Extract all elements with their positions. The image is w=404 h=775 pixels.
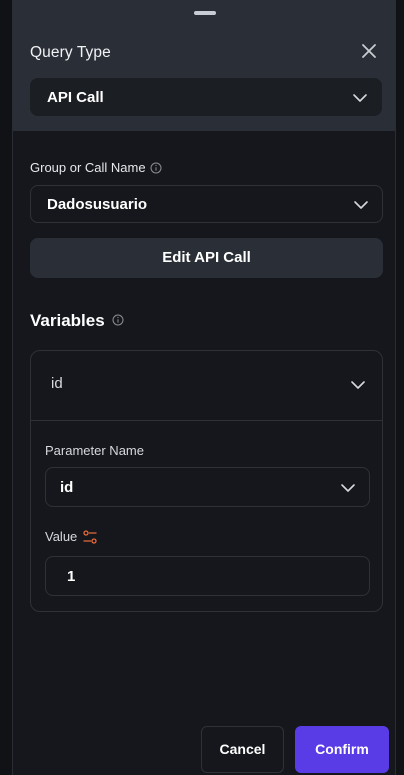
value-input[interactable]: 1 — [45, 556, 370, 596]
query-type-select[interactable]: API Call — [30, 78, 382, 116]
chevron-down-icon — [353, 94, 367, 102]
query-panel: Query Type API Call Group or Call Name D… — [12, 0, 396, 775]
group-or-call-value: Dadosusuario — [47, 196, 148, 213]
variable-name: id — [51, 375, 63, 392]
close-icon[interactable] — [358, 40, 380, 62]
edit-api-call-button[interactable]: Edit API Call — [30, 238, 383, 278]
group-or-call-name-label: Group or Call Name — [30, 160, 162, 175]
chevron-down-icon — [341, 484, 355, 492]
chevron-down-icon[interactable] — [350, 377, 366, 393]
parameter-name-select[interactable]: id — [45, 467, 370, 507]
group-or-call-select[interactable]: Dadosusuario — [30, 185, 383, 223]
variable-card: id Parameter Name id Value 1 — [30, 350, 383, 612]
group-label-text: Group or Call Name — [30, 160, 146, 175]
confirm-button[interactable]: Confirm — [295, 726, 389, 773]
query-type-value: API Call — [47, 89, 104, 106]
drag-handle[interactable] — [194, 11, 216, 15]
parameter-name-value: id — [60, 479, 74, 496]
parameter-name-label: Parameter Name — [45, 443, 144, 458]
query-type-header: Query Type API Call — [13, 0, 395, 131]
cancel-button[interactable]: Cancel — [201, 726, 284, 773]
value-label-text: Value — [45, 529, 78, 544]
query-type-title: Query Type — [30, 44, 111, 61]
value-input-text: 1 — [67, 568, 76, 585]
info-icon[interactable] — [112, 314, 124, 326]
info-icon[interactable] — [150, 162, 162, 174]
value-label: Value — [45, 529, 97, 544]
variable-card-header[interactable]: id — [31, 351, 382, 421]
tune-icon[interactable] — [83, 530, 97, 544]
variables-title: Variables — [30, 311, 124, 331]
variables-title-text: Variables — [30, 311, 105, 330]
chevron-down-icon — [354, 201, 368, 209]
